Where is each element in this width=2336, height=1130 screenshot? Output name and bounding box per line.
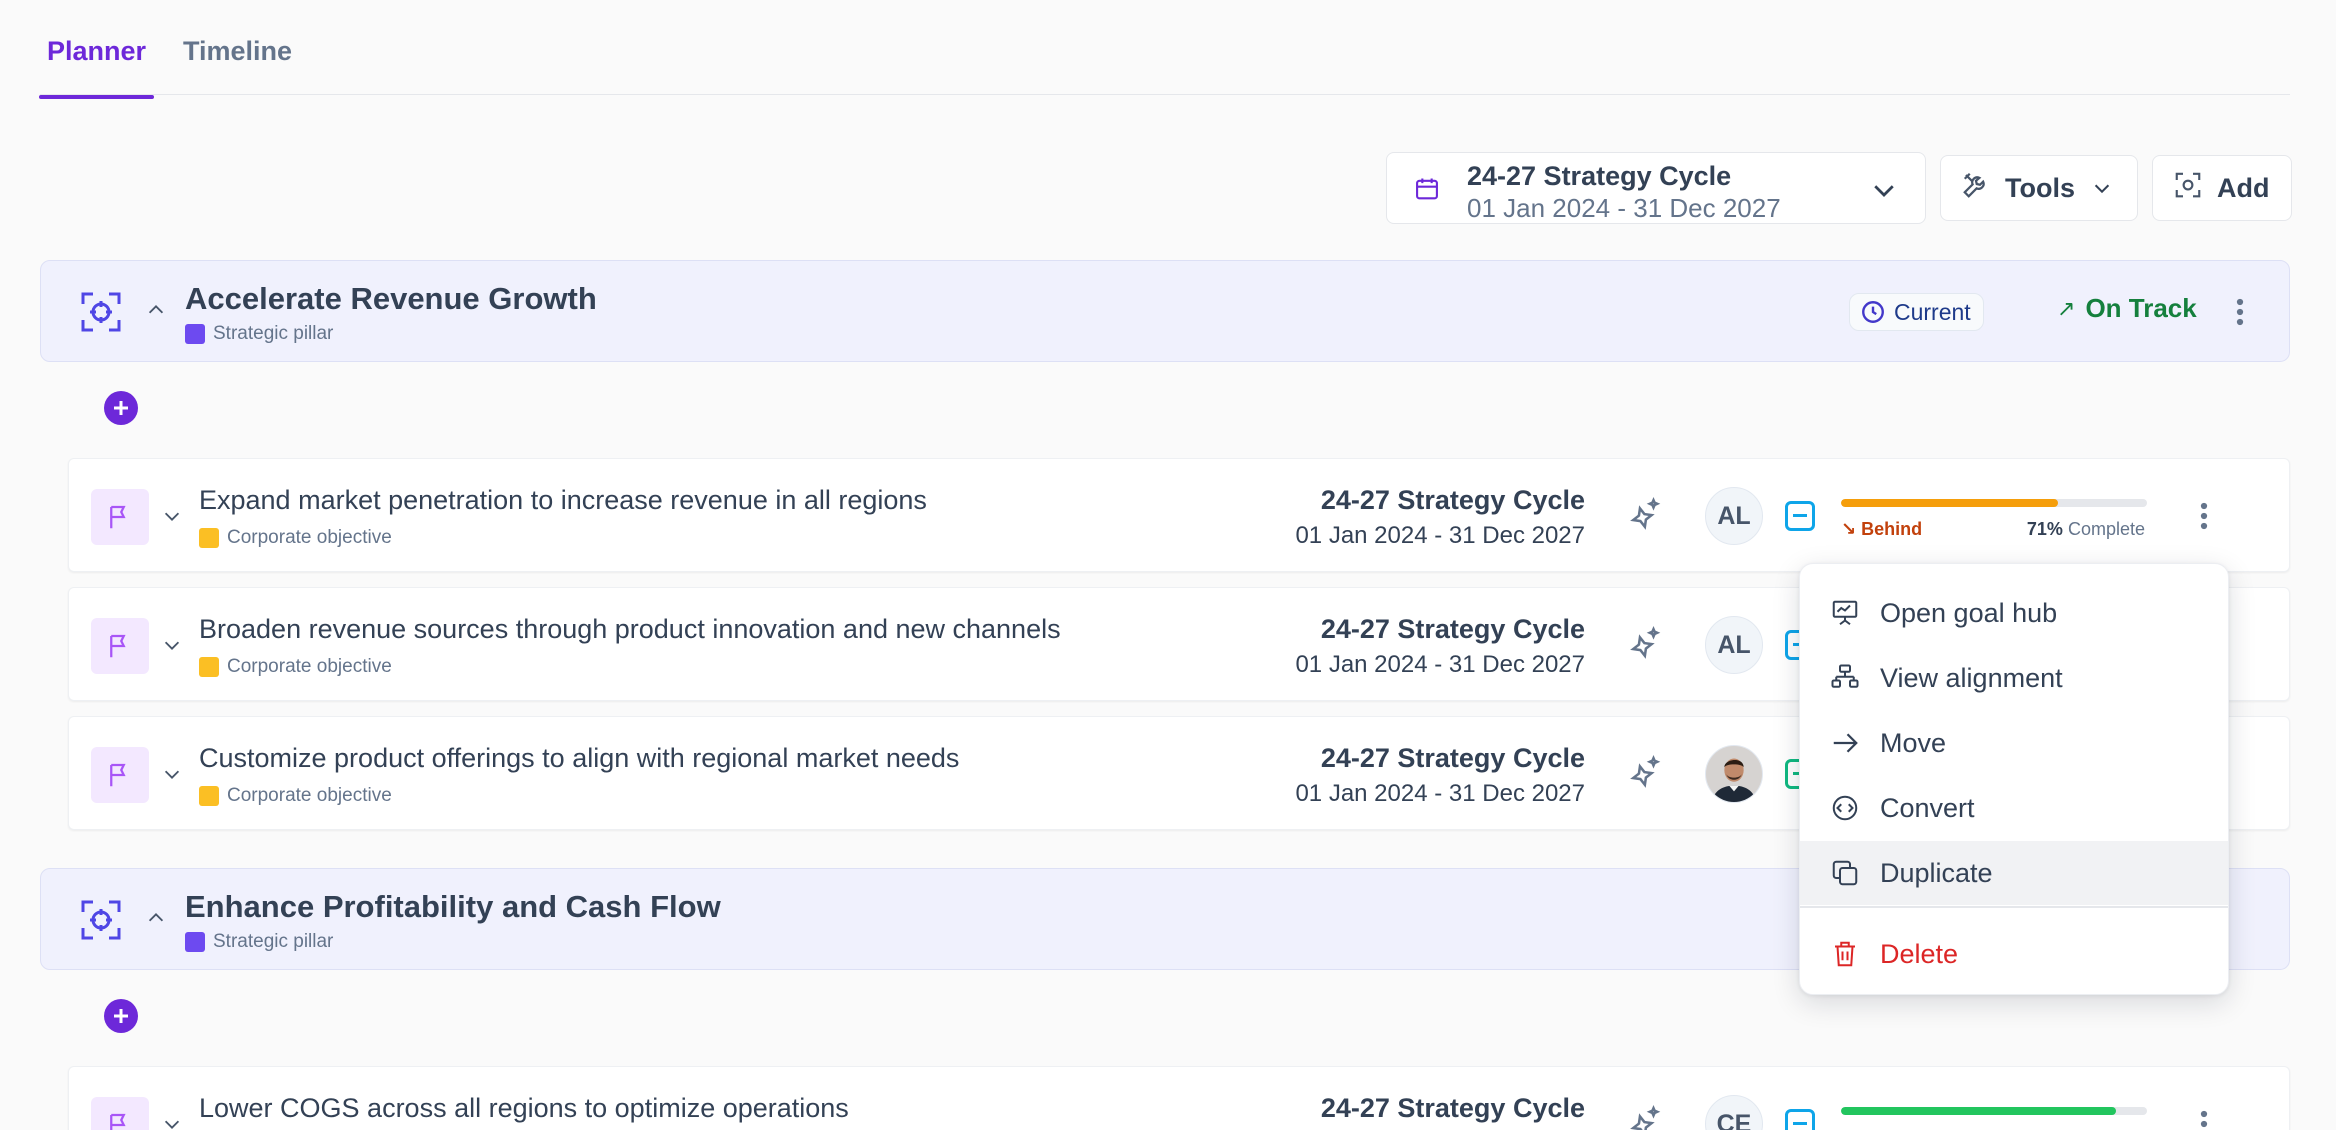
objective-color-swatch	[199, 657, 219, 677]
avatar[interactable]	[1705, 745, 1763, 803]
cycle-dates: 01 Jan 2024 - 31 Dec 2027	[1467, 193, 1781, 223]
pillar-type: Strategic pillar	[185, 323, 333, 345]
sparkles-icon[interactable]	[1625, 1105, 1663, 1130]
chevron-down-icon[interactable]	[161, 763, 183, 790]
objective-title: Broaden revenue sources through product …	[199, 614, 1061, 644]
pillar-title: Enhance Profitability and Cash Flow	[185, 889, 721, 924]
trend-up-icon: ↗	[2057, 295, 2076, 321]
trend-down-icon: ↘	[1841, 519, 1862, 539]
flag-icon	[91, 618, 149, 674]
menu-item-move[interactable]: Move	[1800, 711, 2228, 775]
objective-row[interactable]: Lower COGS across all regions to optimiz…	[68, 1066, 2290, 1130]
chevron-down-icon	[1869, 175, 1899, 210]
add-target-icon	[2173, 170, 2217, 207]
avatar[interactable]: AL	[1705, 487, 1763, 545]
calendar-icon	[1413, 175, 1441, 208]
status-badge: ↗ On Track	[2057, 293, 2197, 323]
context-menu: Open goal hub View alignment Move Conver…	[1799, 563, 2229, 995]
plus-icon	[114, 1009, 128, 1023]
tools-button[interactable]: Tools	[1940, 155, 2138, 221]
more-options-icon[interactable]	[2193, 1109, 2215, 1130]
sparkles-icon[interactable]	[1625, 755, 1663, 798]
add-objective-button[interactable]	[104, 391, 138, 425]
avatar[interactable]: AL	[1705, 616, 1763, 674]
tab-planner[interactable]: Planner	[38, 36, 155, 99]
clock-icon	[1862, 301, 1884, 323]
objective-title: Lower COGS across all regions to optimiz…	[199, 1093, 849, 1123]
objective-cycle: 24-27 Strategy Cycle 01 Jan 2024 - 31 De…	[1295, 485, 1585, 549]
menu-item-delete[interactable]: Delete	[1800, 922, 2228, 986]
objective-title: Expand market penetration to increase re…	[199, 485, 927, 515]
progress-bar	[1841, 1107, 2147, 1115]
progress-fill	[1841, 1107, 2117, 1115]
cycle-name: 24-27 Strategy Cycle	[1467, 161, 1732, 191]
add-button[interactable]: Add	[2152, 155, 2292, 221]
flag-icon	[91, 489, 149, 545]
arrow-right-icon	[1833, 733, 1858, 753]
status-indicator-icon[interactable]	[1785, 1109, 1815, 1130]
pillar-title: Accelerate Revenue Growth	[185, 281, 597, 316]
progress-fill	[1841, 499, 2059, 507]
objective-cycle: 24-27 Strategy Cycle 01 Jan 2024 - 31 De…	[1295, 743, 1585, 807]
objective-type: Corporate objective	[199, 785, 392, 807]
chevron-down-icon[interactable]	[161, 1113, 183, 1130]
pillar-color-swatch	[185, 324, 205, 344]
add-label: Add	[2217, 172, 2270, 203]
menu-item-duplicate[interactable]: Duplicate	[1800, 841, 2228, 905]
copy-icon	[1832, 860, 1858, 886]
sparkles-icon[interactable]	[1625, 626, 1663, 669]
trash-icon	[1835, 941, 1855, 967]
more-options-icon[interactable]	[2229, 297, 2251, 332]
objective-type: Corporate objective	[199, 527, 392, 549]
objective-type: Corporate objective	[199, 656, 392, 678]
menu-item-convert[interactable]: Convert	[1800, 776, 2228, 840]
menu-item-view-alignment[interactable]: View alignment	[1800, 646, 2228, 710]
flag-icon	[91, 747, 149, 803]
chevron-up-icon[interactable]	[145, 907, 167, 934]
plus-icon	[114, 401, 128, 415]
tab-bar: Planner Timeline	[38, 0, 2290, 99]
objective-color-swatch	[199, 786, 219, 806]
user-photo-avatar	[1706, 746, 1762, 802]
progress-status: ↘ Behind	[1841, 519, 1923, 539]
tab-timeline[interactable]: Timeline	[183, 36, 292, 97]
presentation-chart-icon	[1832, 600, 1858, 626]
target-icon	[77, 896, 125, 949]
menu-item-open-goal-hub[interactable]: Open goal hub	[1800, 581, 2228, 645]
strategy-cycle-select[interactable]: 24-27 Strategy Cycle 01 Jan 2024 - 31 De…	[1386, 152, 1926, 224]
add-objective-button[interactable]	[104, 999, 138, 1033]
chevron-down-icon[interactable]	[161, 634, 183, 661]
objective-color-swatch	[199, 528, 219, 548]
pillar-color-swatch	[185, 932, 205, 952]
tools-label: Tools	[2005, 172, 2075, 203]
chevron-down-icon[interactable]	[161, 505, 183, 532]
status-indicator-icon[interactable]	[1785, 501, 1815, 531]
period-badge: Current	[1849, 293, 1984, 331]
objective-title: Customize product offerings to align wit…	[199, 743, 960, 773]
progress-bar	[1841, 499, 2147, 507]
tools-icon	[1961, 170, 2005, 207]
pillar-row[interactable]: Accelerate Revenue Growth Strategic pill…	[40, 260, 2290, 362]
chevron-up-icon[interactable]	[145, 299, 167, 326]
pillar-type: Strategic pillar	[185, 931, 333, 953]
objective-cycle: 24-27 Strategy Cycle 01 Jan 2024 - 31 De…	[1295, 614, 1585, 678]
convert-icon	[1832, 795, 1858, 821]
hierarchy-icon	[1831, 664, 1859, 688]
sparkles-icon[interactable]	[1625, 497, 1663, 540]
avatar[interactable]: CE	[1705, 1095, 1763, 1130]
more-options-icon[interactable]	[2193, 501, 2215, 536]
menu-divider	[1800, 906, 2228, 908]
chevron-down-icon	[2091, 177, 2127, 199]
target-icon	[77, 288, 125, 341]
objective-cycle: 24-27 Strategy Cycle	[1320, 1093, 1585, 1123]
flag-icon	[91, 1097, 149, 1130]
progress-percent: 71% Complete	[2026, 519, 2145, 539]
objective-row[interactable]: Expand market penetration to increase re…	[68, 458, 2290, 572]
